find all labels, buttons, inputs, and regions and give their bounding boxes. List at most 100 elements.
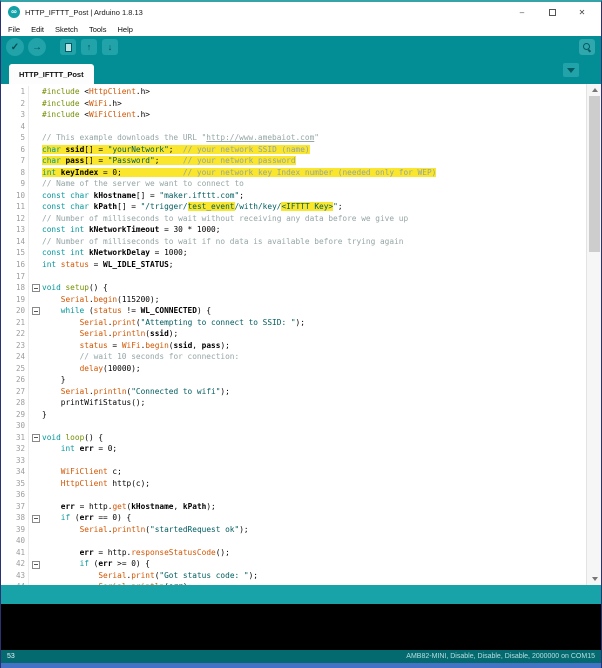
line-number: 32 [1,444,25,453]
code-text: // wait 10 seconds for connection: [42,352,239,361]
code-line: 23 status = WiFi.begin(ssid, pass); [1,339,601,351]
new-document-icon [65,43,72,52]
tab-http-ifttt-post[interactable]: HTTP_IFTTT_Post [9,64,94,84]
line-number: 24 [1,352,25,361]
line-number: 10 [1,191,25,200]
fold-marker-icon[interactable] [28,512,42,524]
menu-help[interactable]: Help [117,25,132,34]
code-line: 15 const int kNetworkDelay = 1000; [1,247,601,259]
triangle-down-icon [592,577,598,581]
code-editor[interactable]: 1#include <HttpClient.h>2#include <WiFi.… [1,84,601,585]
board-port-info: AMB82-MINI, Disable, Disable, Disable, 2… [406,653,595,660]
fold-column [28,524,42,536]
code-text: // Number of milliseconds to wait withou… [42,214,408,223]
code-line: 29} [1,408,601,420]
line-number: 41 [1,548,25,557]
fold-marker-icon[interactable] [28,558,42,570]
fold-marker-icon[interactable] [28,305,42,317]
arduino-logo-icon: ∞ [8,6,20,18]
line-number: 37 [1,502,25,511]
line-number: 21 [1,318,25,327]
code-text: int keyIndex = 0; // your network key In… [42,168,436,177]
code-line: 25 delay(10000); [1,362,601,374]
minimize-button[interactable]: – [507,4,537,20]
code-lines: 1#include <HttpClient.h>2#include <WiFi.… [1,86,601,585]
serial-monitor-button[interactable] [579,39,595,55]
fold-column [28,224,42,236]
fold-column [28,328,42,340]
line-number: 16 [1,260,25,269]
code-line: 34 WiFiClient c; [1,466,601,478]
scrollbar-thumb[interactable] [589,96,600,252]
fold-column [28,109,42,121]
fold-marker-icon[interactable] [28,282,42,294]
fold-column [28,397,42,409]
code-text: Serial.println("Connected to wifi"); [42,387,230,396]
menu-edit[interactable]: Edit [31,25,44,34]
code-text: Serial.print("Got status code: "); [42,571,258,580]
code-line: 3#include <WiFiClient.h> [1,109,601,121]
arrow-right-icon: → [32,42,42,53]
scrollbar-down-button[interactable] [587,573,601,585]
code-line: 26 } [1,374,601,386]
code-text: // This example downloads the URL "http:… [42,133,319,142]
code-text: Serial.println("startedRequest ok"); [42,525,249,534]
code-text: delay(10000); [42,364,141,373]
fold-column [28,455,42,467]
code-line: 31 void loop() { [1,431,601,443]
line-number: 15 [1,248,25,257]
line-number: 25 [1,364,25,373]
fold-column [28,501,42,513]
line-number: 35 [1,479,25,488]
line-number: 12 [1,214,25,223]
line-number: 44 [1,582,25,585]
code-text: HttpClient http(c); [42,479,150,488]
line-number: 23 [1,341,25,350]
line-number: 31 [1,433,25,442]
status-bar: 53 AMB82-MINI, Disable, Disable, Disable… [1,650,601,663]
fold-column [28,374,42,386]
code-line: 36 [1,489,601,501]
code-text: if (err >= 0) { [42,559,150,568]
code-text: while (status != WL_CONNECTED) { [42,306,211,315]
fold-column [28,547,42,559]
fold-column [28,478,42,490]
menu-file[interactable]: File [8,25,20,34]
code-line: 7char pass[] = "Password"; // your netwo… [1,155,601,167]
open-button[interactable]: ↑ [81,39,97,55]
status-strip [1,585,601,604]
code-line: 1#include <HttpClient.h> [1,86,601,98]
code-text: void loop() { [42,433,103,442]
maximize-button[interactable] [537,4,567,20]
code-text: if (err == 0) { [42,513,131,522]
maximize-icon [549,9,556,16]
line-number: 14 [1,237,25,246]
new-sketch-button[interactable] [60,39,76,55]
menu-tools[interactable]: Tools [89,25,107,34]
verify-button[interactable]: ✓ [6,38,24,56]
title-bar: ∞ HTTP_IFTTT_Post | Arduino 1.8.13 – ✕ [1,2,601,22]
fold-column [28,201,42,213]
line-number: 17 [1,272,25,281]
code-line: 35 HttpClient http(c); [1,478,601,490]
close-button[interactable]: ✕ [567,4,597,20]
fold-column [28,362,42,374]
fold-column [28,316,42,328]
fold-column [28,259,42,271]
code-text: Serial.begin(115200); [42,295,159,304]
fold-marker-icon[interactable] [28,431,42,443]
code-line: 39 Serial.println("startedRequest ok"); [1,524,601,536]
code-line: 12 // Number of milliseconds to wait with… [1,213,601,225]
triangle-up-icon [592,88,598,92]
line-number: 33 [1,456,25,465]
upload-button[interactable]: → [28,38,46,56]
save-button[interactable]: ↓ [102,39,118,55]
fold-column [28,86,42,98]
tab-list-dropdown-button[interactable] [563,63,579,77]
editor-scrollbar[interactable] [586,84,601,585]
scrollbar-up-button[interactable] [587,84,601,96]
line-number: 19 [1,295,25,304]
code-text: const int kNetworkDelay = 1000; [42,248,188,257]
line-number: 9 [1,179,25,188]
menu-sketch[interactable]: Sketch [55,25,78,34]
